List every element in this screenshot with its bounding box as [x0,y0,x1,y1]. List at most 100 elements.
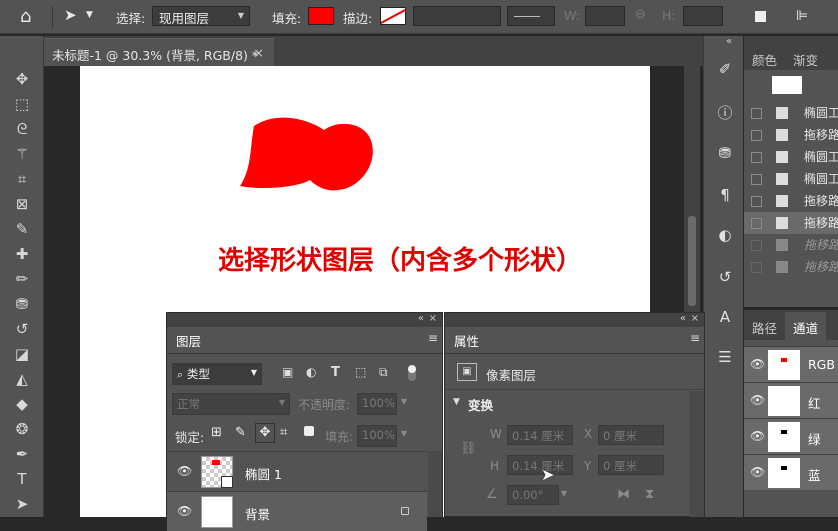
channel-row[interactable]: 👁 红 [744,382,838,418]
history-item[interactable]: 椭圆工 [744,146,838,168]
lock-position-icon[interactable]: ✥ [255,423,275,443]
history-brush-icon[interactable]: ↺ [8,318,36,340]
angle-chevron-icon[interactable]: ▼ [561,489,567,498]
filter-toggle-icon[interactable] [408,365,416,381]
properties-scrollbar[interactable] [690,391,704,517]
eraser-icon[interactable]: ◪ [8,343,36,365]
link-dimensions-icon[interactable]: ⛓ [460,441,477,456]
dodge-tool-icon[interactable]: ❂ [8,418,36,440]
filter-kind-dropdown[interactable]: ⌕ 类型 ▼ [172,363,262,385]
opacity-chevron-icon[interactable]: ▼ [401,397,407,406]
link-icon[interactable]: ⊖ [635,7,646,22]
tab-gradient[interactable]: 渐变 [785,44,826,75]
stroke-type-dropdown[interactable] [507,6,555,26]
lock-image-icon[interactable]: ✎ [235,425,246,440]
close-icon[interactable]: × [429,313,437,324]
filter-type-icon[interactable]: T [331,365,340,380]
crop-tool-icon[interactable]: ⌗ [8,168,36,190]
channel-row[interactable]: 👁 蓝 [744,454,838,490]
history-item[interactable]: 拖移路 [744,190,838,212]
panel-menu-icon[interactable]: ≡ [428,331,438,345]
tab-channels[interactable]: 通道 [785,312,827,343]
frame-tool-icon[interactable]: ⊠ [8,193,36,215]
red-ellipse-shapes[interactable] [238,116,376,196]
lock-artboard-icon[interactable]: ⌗ [280,425,287,440]
character-icon[interactable]: A [712,304,738,330]
history-icon[interactable]: ↺ [712,264,738,290]
clone-source-icon[interactable]: ⛃ [712,140,738,166]
collapse-icon[interactable]: « [680,313,686,324]
transform-section-title[interactable]: 变换 [468,395,493,414]
filter-pixel-icon[interactable]: ▣ [282,365,293,379]
blend-mode-dropdown[interactable]: 正常 ▼ [172,393,290,415]
blur-tool-icon[interactable]: ◆ [8,393,36,415]
section-chevron-icon[interactable]: ▼ [453,397,460,407]
type-tool-icon[interactable]: T [8,468,36,490]
path-selection-icon[interactable]: ➤ [8,493,36,515]
select-dropdown[interactable]: 现用图层 ▼ [152,6,250,26]
pen-tool-icon[interactable]: ✒ [8,443,36,465]
adjustments-icon[interactable]: ◐ [712,222,738,248]
visibility-eye-icon[interactable]: 👁 [750,465,765,479]
align-icon[interactable]: ⊫ [796,8,808,24]
visibility-eye-icon[interactable]: 👁 [750,429,765,443]
filter-shape-icon[interactable]: ⬚ [355,365,366,379]
lasso-tool-icon[interactable]: ᘓ [8,118,36,140]
lock-transparent-icon[interactable]: ⊞ [211,425,222,440]
chevron-down-icon[interactable]: ▼ [86,10,93,20]
properties-panel-title[interactable]: 属性 [445,327,489,353]
stroke-swatch[interactable] [380,7,406,25]
history-item[interactable]: 椭圆工 [744,102,838,124]
move-arrow-icon[interactable]: ➤ [64,6,77,24]
properties-sliders-icon[interactable]: ☰ [712,344,738,370]
history-snapshot[interactable] [744,74,838,96]
width-field[interactable] [585,6,625,26]
stroke-width-field[interactable] [413,6,501,26]
brush-tool-icon[interactable]: ✏ [8,268,36,290]
visibility-eye-icon[interactable]: 👁 [177,464,192,478]
filter-smart-object-icon[interactable]: ⧉ [379,365,388,380]
healing-brush-icon[interactable]: ✚ [8,243,36,265]
x-field[interactable]: 0 厘米 [598,425,664,445]
fill-field[interactable]: 100% [357,425,397,447]
info-icon[interactable]: ⓘ [712,100,738,126]
tab-paths[interactable]: 路径 [744,312,785,343]
move-tool-icon[interactable]: ✥ [8,68,36,90]
filter-adjustment-icon[interactable]: ◐ [306,365,316,379]
opacity-field[interactable]: 100% [357,393,397,415]
home-icon[interactable]: ⌂ [20,6,31,27]
lock-all-icon[interactable] [304,426,314,436]
channel-row[interactable]: 👁 绿 [744,418,838,454]
path-operations-icon[interactable] [755,11,766,22]
paragraph-icon[interactable]: ¶ [712,182,738,208]
document-tab[interactable]: 未标题-1 @ 30.3% (背景, RGB/8) * × [44,38,274,66]
history-item-undone[interactable]: 拖移路 [744,234,838,256]
layer-row[interactable]: 👁 椭圆 1 [167,451,427,491]
height-field[interactable] [683,6,723,26]
visibility-eye-icon[interactable]: 👁 [177,504,192,518]
history-item[interactable]: 拖移路 [744,124,838,146]
visibility-eye-icon[interactable]: 👁 [750,357,765,371]
collapse-panels-icon[interactable]: « [726,36,732,47]
h-field[interactable]: 0.14 厘米 [507,455,573,475]
channel-row[interactable]: 👁 RGB [744,346,838,382]
paint-bucket-icon[interactable]: ◭ [8,368,36,390]
close-icon[interactable]: × [691,313,699,324]
fill-chevron-icon[interactable]: ▼ [401,429,407,438]
history-item-active[interactable]: 拖移路 [744,212,838,234]
visibility-eye-icon[interactable]: 👁 [750,393,765,407]
clone-stamp-icon[interactable]: ⛃ [8,293,36,315]
scrollbar-thumb[interactable] [688,216,696,306]
flip-vertical-icon[interactable]: ⧗ [645,487,654,502]
w-field[interactable]: 0.14 厘米 [507,425,573,445]
layer-row[interactable]: 👁 背景 [167,491,427,531]
angle-field[interactable]: 0.00° [507,485,559,505]
brush-settings-icon[interactable]: ✐ [712,56,738,82]
layers-scrollbar[interactable] [428,451,442,517]
tab-color[interactable]: 颜色 [744,44,785,75]
collapse-icon[interactable]: « [418,313,424,324]
magic-wand-icon[interactable]: ⚚ [8,143,36,165]
history-item[interactable]: 椭圆工 [744,168,838,190]
panel-menu-icon[interactable]: ≡ [690,331,700,345]
fill-swatch[interactable] [308,7,334,25]
